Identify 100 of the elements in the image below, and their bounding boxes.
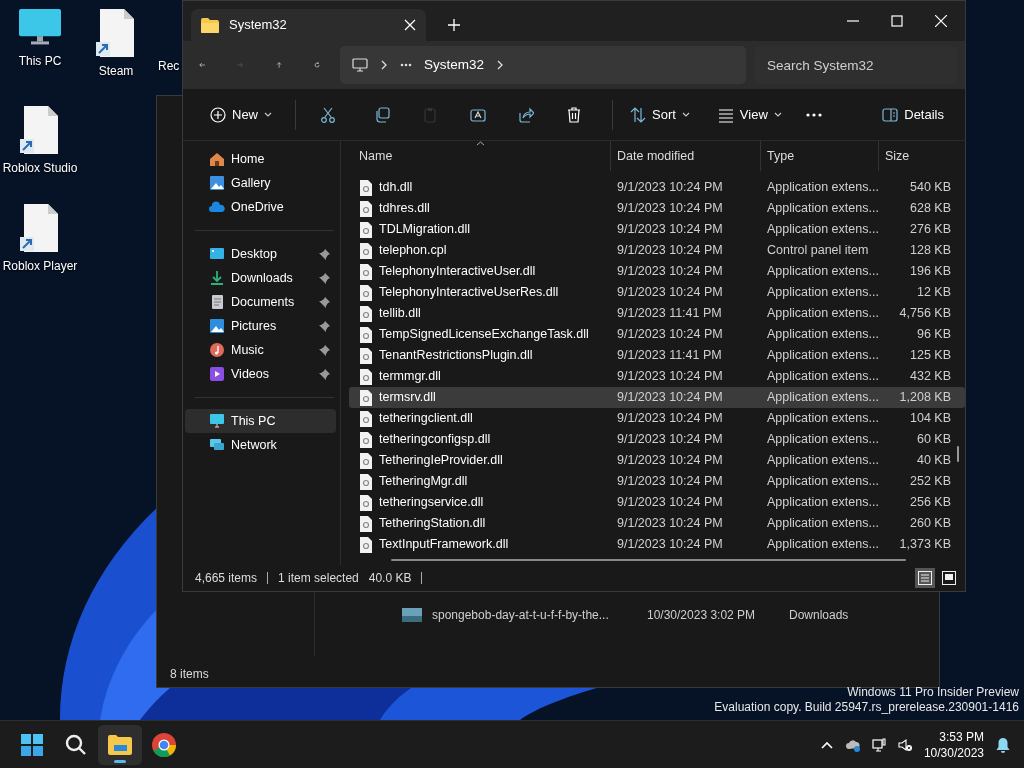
sidebar-item[interactable]: Gallery: [185, 171, 336, 195]
file-row[interactable]: TelephonyInteractiveUser.dll 9/1/2023 10:24 PM Application extens... 196 KB: [349, 261, 965, 282]
monitor-icon[interactable]: [871, 737, 886, 752]
file-row[interactable]: tdhres.dll 9/1/2023 10:24 PM Application extens... 628 KB: [349, 198, 965, 219]
details-button[interactable]: Details: [873, 97, 953, 132]
speaker-muted-icon[interactable]: [897, 737, 912, 752]
file-row[interactable]: tdh.dll 9/1/2023 10:24 PM Application extens... 540 KB: [349, 177, 965, 198]
breadcrumb-item[interactable]: System32: [424, 54, 485, 76]
file-row[interactable]: TelephonyInteractiveUserRes.dll 9/1/2023 10:24 PM Application extens... 12 KB: [349, 282, 965, 303]
file-row[interactable]: tetheringservice.dll 9/1/2023 10:24 PM Application extens... 256 KB: [349, 492, 965, 513]
date-text: 9/1/2023 10:24 PM: [616, 494, 724, 512]
view-button[interactable]: View: [708, 97, 791, 132]
desktop-icon-label[interactable]: Rec: [158, 57, 180, 75]
file-name[interactable]: tdh.dll: [379, 178, 413, 197]
file-row[interactable]: TetheringStation.dll 9/1/2023 10:24 PM Application extens... 260 KB: [349, 513, 965, 534]
sidebar-item[interactable]: Music: [185, 338, 336, 362]
file-name[interactable]: telephon.cpl: [379, 241, 447, 260]
sidebar-item[interactable]: Home: [185, 147, 336, 171]
file-row[interactable]: TetheringIeProvider.dll 9/1/2023 10:24 PM Application extens... 40 KB: [349, 450, 965, 471]
cloud-icon[interactable]: [845, 737, 860, 752]
watermark-text: Evaluation copy. Build 25947.rs_prerelease.230901-1416: [714, 700, 1019, 715]
column-header[interactable]: Size: [879, 141, 951, 171]
column-header[interactable]: Type: [761, 141, 879, 171]
column-header[interactable]: Name: [349, 141, 611, 171]
file-name[interactable]: spongebob-day-at-t-u-f-f-by-the...: [432, 606, 637, 624]
file-name[interactable]: tetheringclient.dll: [379, 409, 473, 428]
desktop-icon-label[interactable]: Roblox Player: [2, 257, 78, 275]
sidebar-item[interactable]: This PC: [185, 409, 336, 433]
maximize-icon[interactable]: [891, 15, 903, 27]
vertical-scrollbar[interactable]: [957, 446, 959, 462]
sidebar-item[interactable]: Downloads: [185, 266, 336, 290]
sidebar-item[interactable]: Pictures: [185, 314, 336, 338]
file-name[interactable]: TDLMigration.dll: [379, 220, 470, 239]
shortcut-file-icon: [96, 8, 136, 58]
file-row[interactable]: tetheringclient.dll 9/1/2023 10:24 PM Application extens... 104 KB: [349, 408, 965, 429]
new-tab-icon[interactable]: [448, 19, 460, 31]
taskbar-app-button[interactable]: [98, 724, 142, 765]
file-row[interactable]: TetheringMgr.dll 9/1/2023 10:24 PM Application extens... 252 KB: [349, 471, 965, 492]
file-row[interactable]: TextInputFramework.dll 9/1/2023 10:24 PM Application extens... 1,373 KB: [349, 534, 965, 555]
date-text: 9/1/2023 10:24 PM: [616, 263, 724, 281]
new-button[interactable]: New: [201, 97, 281, 132]
size-text: 128 KB: [909, 242, 951, 260]
file-row[interactable]: termmgr.dll 9/1/2023 10:24 PM Application extens... 432 KB: [349, 366, 965, 387]
file-name[interactable]: termsrv.dll: [379, 388, 436, 407]
file-name[interactable]: tdhres.dll: [379, 199, 430, 218]
sort-button[interactable]: Sort: [621, 97, 699, 132]
file-row[interactable]: termsrv.dll 9/1/2023 10:24 PM Application extens... 1,208 KB: [349, 387, 965, 408]
file-name[interactable]: tetheringservice.dll: [379, 493, 484, 512]
file-icon: [359, 326, 373, 343]
desktop-icon-label[interactable]: Steam: [98, 62, 134, 80]
desktop-icon-label[interactable]: This PC: [18, 51, 62, 70]
watermark-text: Windows 11 Pro Insider Preview: [846, 685, 1019, 700]
sidebar-item[interactable]: Network: [185, 433, 336, 457]
column-header[interactable]: Date modified: [611, 141, 761, 171]
file-row[interactable]: telephon.cpl 9/1/2023 10:24 PM Control panel item 128 KB: [349, 240, 965, 261]
desktop-icon-label[interactable]: Roblox Studio: [2, 159, 78, 177]
file-name[interactable]: TextInputFramework.dll: [379, 535, 509, 554]
file-row[interactable]: TenantRestrictionsPlugin.dll 9/1/2023 11:41 PM Application extens... 125 KB: [349, 345, 965, 366]
details-view-button[interactable]: [915, 568, 935, 588]
window-tab[interactable]: System32: [191, 9, 426, 41]
date-text: 9/1/2023 10:24 PM: [616, 431, 724, 449]
sidebar-item[interactable]: OneDrive: [185, 195, 336, 219]
start-icon: [19, 731, 45, 758]
date-text: 9/1/2023 10:24 PM: [616, 410, 724, 428]
more-icon[interactable]: [400, 63, 412, 67]
chevron-icon[interactable]: [380, 60, 388, 70]
file-icon: [359, 200, 373, 217]
file-name[interactable]: TetheringIeProvider.dll: [379, 451, 503, 470]
file-name[interactable]: TetheringStation.dll: [379, 514, 486, 533]
file-row[interactable]: tetheringconfigsp.dll 9/1/2023 10:24 PM Application extens... 60 KB: [349, 429, 965, 450]
chevron-icon[interactable]: [496, 60, 505, 70]
file-name[interactable]: tellib.dll: [379, 304, 421, 323]
file-name[interactable]: TempSignedLicenseExchangeTask.dll: [379, 325, 589, 344]
sidebar-item[interactable]: Desktop: [185, 242, 336, 266]
close-icon[interactable]: [404, 19, 416, 31]
music-note-icon: [209, 342, 225, 358]
shortcut-file-icon: [20, 105, 60, 155]
horizontal-scrollbar[interactable]: [391, 559, 906, 561]
file-name[interactable]: TetheringMgr.dll: [379, 472, 468, 491]
type-text: Application extens...: [766, 473, 879, 491]
size-text: 40 KB: [915, 452, 951, 470]
close-icon[interactable]: [935, 15, 947, 27]
file-name[interactable]: TelephonyInteractiveUser.dll: [379, 262, 536, 281]
address-bar[interactable]: System32: [340, 46, 746, 84]
file-name[interactable]: TelephonyInteractiveUserRes.dll: [379, 283, 559, 302]
tiles-view-button[interactable]: [939, 568, 959, 588]
file-row[interactable]: tellib.dll 9/1/2023 11:41 PM Application extens... 4,756 KB: [349, 303, 965, 324]
file-row[interactable]: TempSignedLicenseExchangeTask.dll 9/1/2023 10:24 PM Application extens... 96 KB: [349, 324, 965, 345]
bell-icon[interactable]: [996, 736, 1010, 753]
file-row[interactable]: TDLMigration.dll 9/1/2023 10:24 PM Application extens... 276 KB: [349, 219, 965, 240]
date-text: 9/1/2023 10:24 PM: [616, 515, 724, 533]
sidebar-item[interactable]: Documents: [185, 290, 336, 314]
sidebar-item[interactable]: Videos: [185, 362, 336, 386]
type-text: Application extens...: [766, 221, 879, 239]
file-name[interactable]: tetheringconfigsp.dll: [379, 430, 491, 449]
date-text: 9/1/2023 11:41 PM: [616, 347, 723, 365]
clock[interactable]: 3:53 PM 10/30/2023: [923, 728, 984, 761]
file-name[interactable]: termmgr.dll: [379, 367, 441, 386]
file-name[interactable]: TenantRestrictionsPlugin.dll: [379, 346, 533, 365]
lines-icon: [717, 106, 734, 123]
